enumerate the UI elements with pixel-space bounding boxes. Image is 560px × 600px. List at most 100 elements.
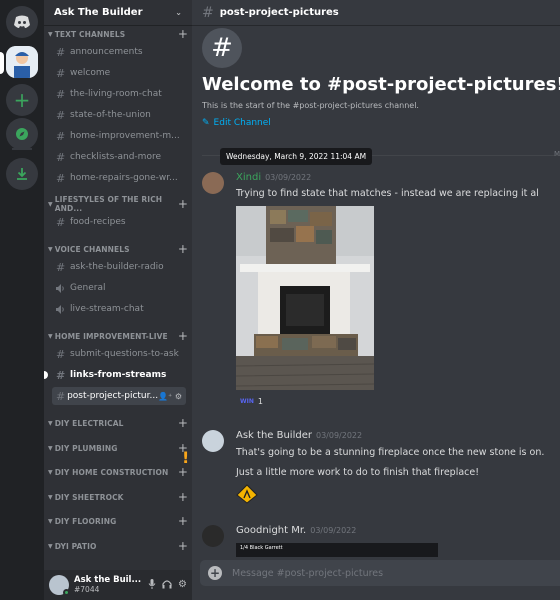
- reaction-count: 1: [257, 396, 263, 406]
- channel-label: home-repairs-gone-wr...: [70, 173, 178, 183]
- hash-icon: #: [56, 87, 66, 101]
- channel-label: home-improvement-m...: [70, 131, 180, 141]
- channel-announcements[interactable]: # announcements: [52, 43, 186, 61]
- voice-channel-general[interactable]: General: [52, 279, 186, 297]
- builder-avatar-icon: [6, 46, 38, 78]
- category-lifestyles[interactable]: ▼ LIFESTYLES OF THE RICH AND... +: [44, 195, 192, 213]
- message-author[interactable]: Ask the Builder: [236, 430, 312, 441]
- avatar[interactable]: [202, 172, 224, 194]
- server-header[interactable]: Ask The Builder ⌄: [44, 0, 192, 26]
- server-icon-ask-the-builder[interactable]: [6, 46, 38, 78]
- message-author[interactable]: Goodnight Mr.: [236, 525, 306, 536]
- message-header: Ask the Builder 03/09/2022: [236, 430, 362, 441]
- reaction-win[interactable]: WIN 1: [236, 393, 267, 409]
- channel-ask-the-builder-radio[interactable]: # ask-the-builder-radio: [52, 258, 186, 276]
- channel-welcome[interactable]: # welcome: [52, 64, 186, 82]
- message-author[interactable]: Xindi: [236, 172, 261, 183]
- server-name: Ask The Builder: [54, 7, 143, 18]
- channel-home-repairs-gone-wrong[interactable]: # home-repairs-gone-wr...: [52, 169, 186, 187]
- avatar[interactable]: [49, 575, 70, 596]
- chevron-down-icon: ⌄: [175, 8, 182, 17]
- caret-right-icon: ▼: [48, 517, 53, 525]
- category-diy-sheetrock[interactable]: ▼ DIY SHEETROCK +: [44, 489, 192, 505]
- download-icon: [17, 168, 27, 180]
- channel-food-recipes[interactable]: # food-recipes: [52, 213, 186, 231]
- create-channel-icon[interactable]: +: [178, 514, 188, 528]
- avatar[interactable]: [202, 430, 224, 452]
- channel-title: post-project-pictures: [219, 7, 339, 18]
- channel-label: state-of-the-union: [70, 110, 151, 120]
- channel-label: submit-questions-to-ask: [70, 349, 179, 359]
- create-channel-icon[interactable]: +: [178, 416, 188, 430]
- message-text: Just a little more work to do to finish …: [236, 467, 480, 478]
- pencil-icon: ✎: [202, 118, 210, 128]
- channel-the-living-room-chat[interactable]: # the-living-room-chat: [52, 85, 186, 103]
- headphones-icon[interactable]: [162, 579, 172, 592]
- message-ask-the-builder[interactable]: Ask the Builder 03/09/2022 That's going t…: [202, 430, 560, 510]
- timestamp-tooltip: Wednesday, March 9, 2022 11:04 AM: [220, 148, 373, 165]
- channel-checklists-and-more[interactable]: # checklists-and-more: [52, 148, 186, 166]
- create-channel-icon[interactable]: +: [178, 465, 188, 479]
- category-label: DIY FLOORING: [54, 516, 117, 526]
- edit-channel-link[interactable]: ✎ Edit Channel: [202, 118, 560, 128]
- category-diy-plumbing[interactable]: ▼ DIY PLUMBING +: [44, 440, 192, 456]
- message-text: That's going to be a stunning fireplace …: [236, 447, 545, 458]
- invite-and-settings-icons[interactable]: 👤⁺ ⚙: [158, 392, 182, 401]
- category-label: DIY PLUMBING: [54, 443, 118, 453]
- channel-label: live-stream-chat: [70, 304, 144, 314]
- hash-icon: #: [56, 66, 66, 80]
- server-rail: +: [0, 0, 44, 600]
- create-channel-icon[interactable]: +: [178, 242, 188, 256]
- channel-post-project-pictures[interactable]: # post-project-pictur... 👤⁺ ⚙: [52, 387, 186, 405]
- category-text-channels[interactable]: ▼ TEXT CHANNELS +: [44, 26, 192, 42]
- fireplace-photo-attachment[interactable]: [236, 206, 374, 390]
- create-channel-icon[interactable]: +: [178, 197, 188, 211]
- microphone-icon[interactable]: [148, 578, 156, 592]
- chat-area: # post-project-pictures # Welcome to #po…: [192, 0, 560, 600]
- caret-right-icon: ▼: [48, 444, 53, 452]
- caret-down-icon: ▼: [48, 245, 53, 253]
- message-timestamp: 03/09/2022: [310, 526, 357, 535]
- category-dyi-patio[interactable]: ▼ DYI PATIO +: [44, 538, 192, 554]
- add-server-button[interactable]: +: [6, 84, 38, 116]
- discord-logo-icon: [14, 15, 30, 28]
- avatar[interactable]: [202, 525, 224, 547]
- hash-icon: #: [56, 215, 66, 229]
- hash-icon: #: [56, 368, 66, 382]
- message-timestamp: 03/09/2022: [265, 173, 312, 182]
- speaker-icon: [56, 283, 70, 293]
- discord-home-button[interactable]: [6, 6, 38, 38]
- explore-servers-button[interactable]: [6, 118, 38, 150]
- hash-icon: #: [56, 260, 66, 274]
- category-voice-channels[interactable]: ▼ VOICE CHANNELS +: [44, 241, 192, 257]
- video-embed[interactable]: 1/4 Black Garrett: [236, 543, 438, 557]
- hash-icon: #: [202, 4, 214, 21]
- channel-state-of-the-union[interactable]: # state-of-the-union: [52, 106, 186, 124]
- channel-links-from-streams[interactable]: # links-from-streams: [52, 366, 186, 384]
- channel-home-improvement[interactable]: # home-improvement-m...: [52, 127, 186, 145]
- category-label: TEXT CHANNELS: [54, 29, 126, 39]
- category-home-improvement-live[interactable]: ▼ HOME IMPROVEMENT-LIVE +: [44, 328, 192, 344]
- channel-submit-questions-to-ask[interactable]: # submit-questions-to-ask: [52, 345, 186, 363]
- create-channel-icon[interactable]: +: [178, 27, 188, 41]
- message-input[interactable]: [232, 567, 532, 579]
- channel-label: food-recipes: [70, 217, 126, 227]
- settings-gear-icon[interactable]: ⚙: [178, 579, 187, 592]
- attach-plus-icon[interactable]: +: [208, 566, 222, 580]
- user-controls: ⚙: [148, 578, 187, 592]
- new-messages-alert-icon[interactable]: !: [182, 448, 189, 467]
- category-diy-home-construction[interactable]: ▼ DIY HOME CONSTRUCTION +: [44, 464, 192, 480]
- download-apps-button[interactable]: [6, 158, 38, 190]
- category-label: LIFESTYLES OF THE RICH AND...: [54, 195, 163, 213]
- create-channel-icon[interactable]: +: [178, 490, 188, 504]
- user-info[interactable]: Ask the Buil... #7044: [74, 575, 141, 595]
- category-diy-flooring[interactable]: ▼ DIY FLOORING +: [44, 513, 192, 529]
- category-label: DIY HOME CONSTRUCTION: [54, 467, 169, 477]
- create-channel-icon[interactable]: +: [178, 329, 188, 343]
- create-channel-icon[interactable]: +: [178, 539, 188, 553]
- caret-down-icon: ▼: [48, 30, 53, 38]
- voice-channel-live-stream-chat[interactable]: live-stream-chat: [52, 300, 186, 318]
- hash-icon: #: [56, 171, 66, 185]
- category-diy-electrical[interactable]: ▼ DIY ELECTRICAL +: [44, 415, 192, 431]
- category-label: DIY SHEETROCK: [54, 492, 124, 502]
